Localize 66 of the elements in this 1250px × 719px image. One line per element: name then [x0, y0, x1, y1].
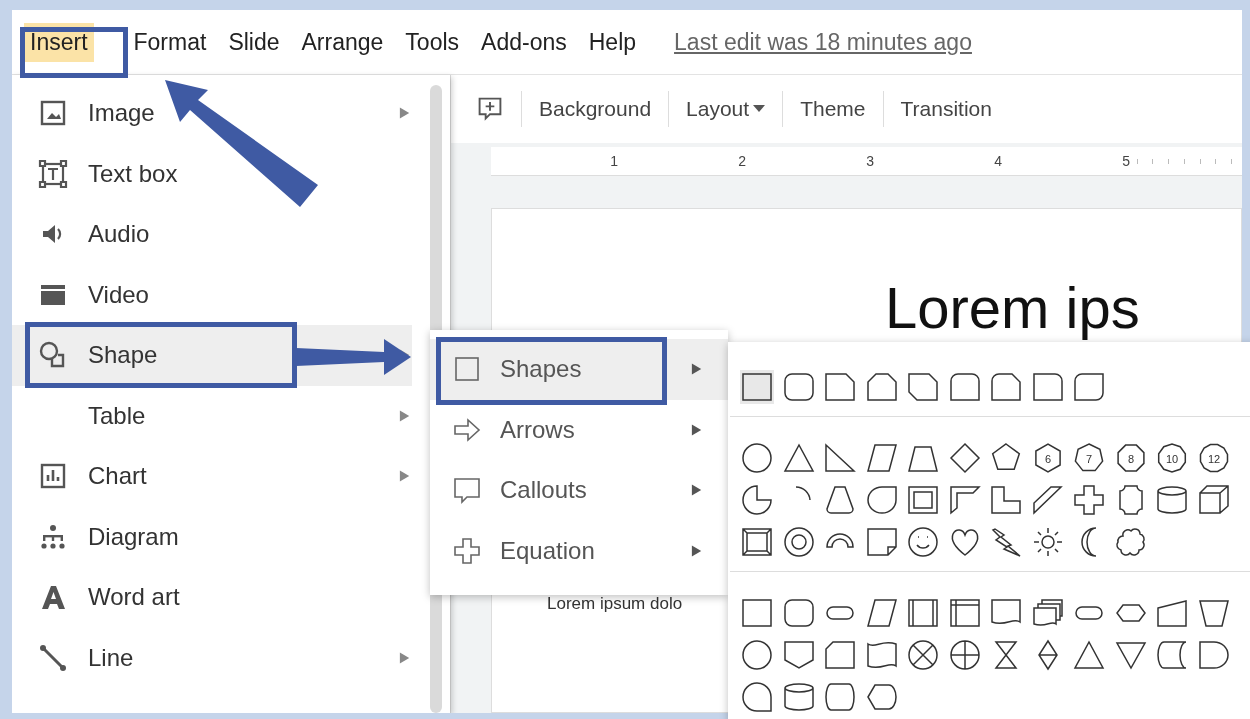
- folded-corner-icon[interactable]: [864, 525, 899, 559]
- parallelogram-icon[interactable]: [864, 441, 899, 475]
- menu-item[interactable]: Format: [127, 22, 213, 62]
- menu-item[interactable]: Slide: [222, 22, 286, 62]
- plus-icon: [452, 535, 482, 566]
- stored-data-icon[interactable]: [1155, 638, 1189, 672]
- menu-option[interactable]: Table: [12, 385, 412, 446]
- pie-icon[interactable]: [740, 483, 774, 517]
- delay-icon[interactable]: [1196, 638, 1231, 672]
- menu-option[interactable]: Video: [12, 264, 412, 325]
- or-junction-icon[interactable]: [947, 638, 982, 672]
- menu-option[interactable]: Image: [12, 83, 412, 144]
- lightning-bolt-icon[interactable]: [989, 525, 1023, 559]
- last-edit-link[interactable]: Last edit was 18 minutes ago: [674, 28, 972, 56]
- bevel-icon[interactable]: [740, 525, 774, 559]
- menu-option[interactable]: Shape: [12, 325, 412, 386]
- direct-access-icon[interactable]: [823, 680, 857, 714]
- internal-storage-icon[interactable]: [947, 596, 982, 630]
- cross-icon[interactable]: [1072, 483, 1106, 517]
- parallelogram-icon[interactable]: [864, 596, 899, 630]
- toolbar-button[interactable]: Layout: [668, 91, 783, 127]
- menu-item[interactable]: Add-ons: [475, 22, 573, 62]
- summing-junction-icon[interactable]: [906, 638, 940, 672]
- half-frame-icon[interactable]: [947, 483, 982, 517]
- line-icon: [38, 642, 68, 673]
- menu-option[interactable]: Shapes: [430, 339, 728, 400]
- ruler-number: 1: [491, 153, 619, 169]
- predefined-process-icon[interactable]: [906, 596, 940, 630]
- cloud-icon[interactable]: [1113, 525, 1148, 559]
- smiley-icon[interactable]: [906, 525, 940, 559]
- triangle-icon[interactable]: [781, 441, 816, 475]
- l-shape-icon[interactable]: [989, 483, 1023, 517]
- menu-item[interactable]: Arrange: [295, 22, 390, 62]
- menu-option[interactable]: Equation: [430, 520, 728, 581]
- menu-option[interactable]: Word art: [12, 567, 412, 628]
- toolbar-button[interactable]: Transition: [882, 91, 1009, 127]
- right-triangle-icon[interactable]: [823, 441, 857, 475]
- rectangle-icon[interactable]: [740, 596, 774, 630]
- cube-icon[interactable]: [1196, 483, 1231, 517]
- toolbar-button[interactable]: Background: [521, 91, 669, 127]
- menu-option[interactable]: Audio: [12, 204, 412, 265]
- donut-icon[interactable]: [781, 525, 816, 559]
- menu-option[interactable]: Diagram: [12, 506, 412, 567]
- speech-bubble-icon: [452, 475, 482, 506]
- rounded-rectangle-icon[interactable]: [1030, 370, 1065, 404]
- text-box-icon: [38, 158, 68, 189]
- diamond-icon[interactable]: [947, 441, 982, 475]
- slide-body-text: Lorem ipsum dolo: [547, 594, 683, 614]
- off-page-connector-icon[interactable]: [781, 638, 816, 672]
- triangle-icon[interactable]: [1072, 638, 1106, 672]
- card-icon[interactable]: [823, 638, 857, 672]
- numbered-polygon-icon[interactable]: 10: [1155, 441, 1189, 475]
- sequential-access-icon[interactable]: [740, 680, 774, 714]
- menu-option[interactable]: Line: [12, 627, 412, 688]
- menu-item[interactable]: Tools: [399, 22, 466, 62]
- frame-icon[interactable]: [906, 483, 940, 517]
- toolbar-button[interactable]: Theme: [782, 91, 883, 127]
- cylinder-icon[interactable]: [1155, 483, 1189, 517]
- cylinder-icon[interactable]: [781, 680, 816, 714]
- menu-item[interactable]: Help: [582, 22, 643, 62]
- add-comment-icon[interactable]: [477, 96, 503, 122]
- rectangle-icon[interactable]: [740, 370, 774, 404]
- menu-option[interactable]: Chart: [12, 446, 412, 507]
- menu-option[interactable]: Text box: [12, 143, 412, 204]
- diagonal-stripe-icon[interactable]: [1030, 483, 1065, 517]
- menu-option[interactable]: Callouts: [430, 460, 728, 521]
